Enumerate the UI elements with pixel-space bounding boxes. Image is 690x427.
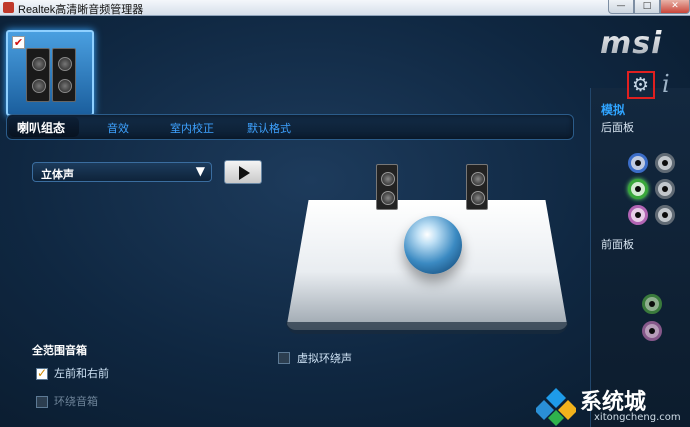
virtual-surround-label: 虚拟环绕声 — [297, 352, 352, 365]
stage-shadow — [286, 322, 568, 334]
device-speaker-left-icon — [26, 48, 50, 102]
settings-button[interactable]: ⚙ — [627, 71, 655, 99]
front-right-speaker-icon[interactable] — [466, 164, 488, 210]
tab-sound-effects[interactable]: 音效 — [107, 120, 129, 136]
full-range-title: 全范围音箱 — [32, 344, 87, 357]
speaker-config-select[interactable]: 立体声 ▼ — [32, 162, 212, 182]
speaker-config-value: 立体声 — [41, 168, 74, 181]
front-left-speaker-icon[interactable] — [376, 164, 398, 210]
surround-speakers-label: 环绕音箱 — [54, 395, 98, 408]
window-titlebar: Realtek高清晰音频管理器 — □ ✕ — [0, 0, 690, 16]
main-area: ✔ 喇叭组态 音效 室内校正 默认格式 立体声 ▼ 虚拟环绕声 全范围音箱 左前… — [0, 16, 690, 427]
gear-icon: ⚙ — [632, 74, 650, 96]
rear-jack-green-line-out[interactable] — [628, 179, 648, 199]
tab-speaker-config[interactable]: 喇叭组态 — [17, 119, 65, 136]
virtual-surround-checkbox[interactable] — [278, 352, 290, 364]
maximize-button[interactable]: □ — [634, 0, 660, 14]
rear-jack-pink-mic-in[interactable] — [628, 205, 648, 225]
msi-logo: msi — [600, 26, 663, 61]
rear-jack-grey-side-out[interactable] — [655, 205, 675, 225]
surround-speakers-checkbox[interactable] — [36, 396, 48, 408]
front-panel-label: 前面板 — [601, 238, 634, 251]
front-left-right-checkbox[interactable] — [36, 366, 48, 380]
connector-sidebar — [590, 88, 690, 427]
speaker-device-tile[interactable]: ✔ — [6, 30, 94, 116]
watermark-logo-icon — [536, 388, 576, 426]
analog-label: 模拟 — [601, 103, 626, 117]
tab-bar: 喇叭组态 音效 室内校正 默认格式 — [6, 114, 574, 140]
watermark-subtext: xitongcheng.com — [594, 412, 681, 423]
window-title: Realtek高清晰音频管理器 — [18, 4, 144, 16]
front-left-right-label: 左前和右前 — [54, 367, 109, 380]
tab-room-correction[interactable]: 室内校正 — [170, 120, 214, 136]
listener-position-icon — [404, 216, 462, 274]
front-jack-green-headphone[interactable] — [642, 294, 662, 314]
rear-jack-blue-line-in[interactable] — [628, 153, 648, 173]
close-button[interactable]: ✕ — [660, 0, 690, 14]
minimize-button[interactable]: — — [608, 0, 634, 14]
rear-jack-grey-rear-out[interactable] — [655, 153, 675, 173]
tab-default-format[interactable]: 默认格式 — [247, 120, 291, 136]
play-test-button[interactable] — [224, 160, 262, 184]
front-jack-pink-mic[interactable] — [642, 321, 662, 341]
rear-jack-grey-center-out[interactable] — [655, 179, 675, 199]
device-speaker-right-icon — [52, 48, 76, 102]
chevron-down-icon: ▼ — [195, 164, 205, 178]
speaker-config-panel: 立体声 ▼ 虚拟环绕声 全范围音箱 左前和右前 环绕音箱 — [6, 142, 584, 427]
rear-panel-label: 后面板 — [601, 121, 634, 134]
app-icon — [3, 2, 14, 13]
info-icon[interactable]: i — [662, 70, 670, 98]
device-default-check-icon: ✔ — [12, 36, 25, 49]
